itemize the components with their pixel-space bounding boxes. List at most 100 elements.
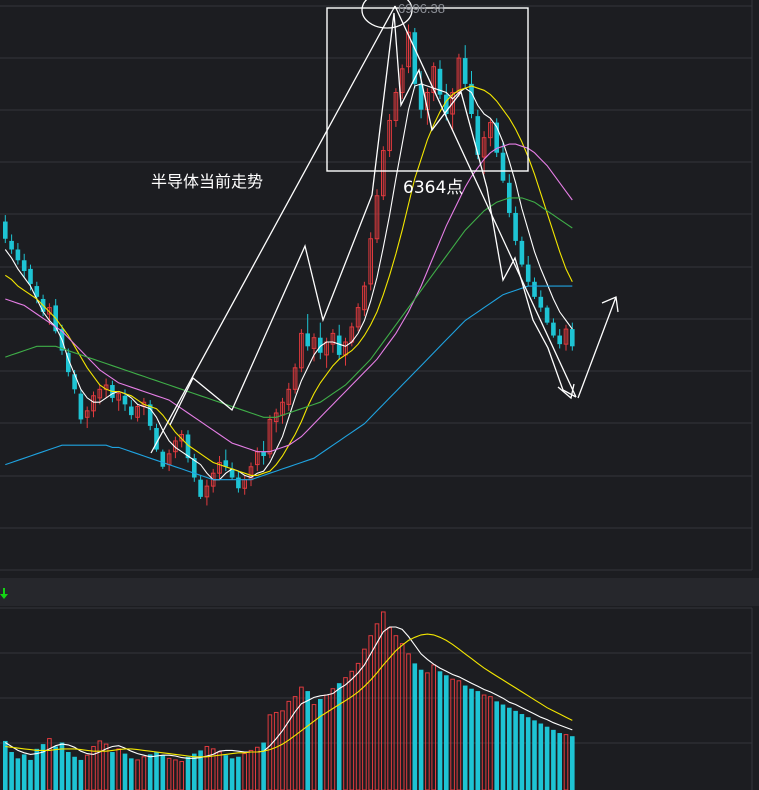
volume-bar-down [469, 688, 474, 790]
volume-bar-down [72, 756, 77, 790]
rebound-arrow-line [577, 296, 617, 399]
volume-bar-down [9, 752, 14, 790]
volume-bar-up [286, 700, 292, 790]
volume-bar-down [122, 753, 128, 790]
volume-bar-up [116, 748, 122, 790]
candle-body-down [122, 395, 128, 405]
stock-chart-svg: 半导体当前走势 6364点 6996.38 [0, 0, 759, 790]
candle-body-down [15, 249, 21, 261]
candle-body-down [525, 264, 531, 282]
volume-bar-up [91, 745, 96, 790]
volume-bar-up [273, 711, 279, 790]
volume-bars [3, 611, 575, 790]
candle-body-down [160, 451, 166, 467]
volume-bar-up [406, 653, 411, 790]
candle-body-down [129, 406, 134, 416]
annotation-overlay [150, 0, 619, 454]
volume-bar-down [513, 710, 518, 790]
candle-body-down [519, 240, 525, 265]
candle-body-down [261, 451, 266, 456]
volume-bar-down [129, 758, 134, 790]
kline-chart-stage: 半导体当前走势 6364点 6996.38 [0, 0, 759, 790]
volume-bar-down [475, 691, 481, 790]
volume-bar-up [217, 751, 222, 790]
candle-body-down [3, 221, 8, 239]
candlestick-series [3, 24, 575, 506]
volume-bar-down [21, 754, 27, 790]
peak-price-label: 6996.38 [398, 1, 445, 16]
volume-bar-down [507, 707, 512, 790]
volume-bar-down [462, 685, 468, 790]
volume-bar-up [97, 740, 103, 790]
volume-bar-up [248, 749, 254, 790]
volume-bar-down [437, 671, 443, 790]
candle-body-down [28, 268, 33, 284]
volume-bar-up [393, 635, 399, 790]
volume-bar-up [431, 664, 436, 790]
volume-bar-up [343, 677, 348, 790]
volume-bar-up [374, 623, 380, 790]
volume-bar-down [185, 756, 191, 790]
volume-bar-down [59, 742, 65, 790]
volume-bar-down [53, 746, 58, 790]
volume-bar-down [557, 733, 562, 790]
volume-bar-down [525, 717, 531, 790]
candle-body-down [462, 58, 468, 84]
volume-bar-up [381, 611, 386, 790]
candle-body-down [236, 477, 241, 489]
candle-body-down [544, 307, 550, 323]
candle-body-down [72, 374, 77, 390]
volume-moving-averages [5, 626, 573, 759]
level-annotation: 6364点 [403, 178, 463, 198]
volume-bar-up [425, 672, 430, 790]
volume-bar-down [570, 736, 575, 790]
volume-bar-up [311, 704, 317, 790]
candle-body-down [78, 393, 84, 420]
candle-body-down [513, 212, 518, 241]
volume-bar-up [355, 662, 361, 790]
candle-body-down [570, 329, 575, 347]
volume-bar-up [330, 688, 336, 790]
volume-bar-down [223, 755, 229, 790]
volume-bar-down [154, 752, 159, 790]
volume-bar-down [110, 752, 115, 790]
candle-body-down [557, 335, 562, 345]
volume-bar-down [318, 699, 323, 790]
candle-body-down [305, 333, 310, 347]
volume-bar-down [444, 675, 449, 790]
volume-bar-down [160, 755, 166, 790]
panel-divider [0, 578, 759, 606]
candle-body-down [551, 322, 556, 336]
volume-bar-down [229, 758, 235, 790]
candle-body-down [532, 281, 537, 297]
volume-bar-down [305, 691, 310, 790]
volume-bar-down [28, 759, 33, 790]
volume-bar-up [362, 648, 367, 790]
volume-bar-down [336, 683, 342, 790]
volume-bar-down [412, 663, 418, 790]
candle-body-down [500, 152, 506, 181]
volume-bar-down [3, 740, 8, 790]
volume-bar-up [450, 678, 455, 790]
volume-bar-up [255, 746, 260, 790]
trend-annotation: 半导体当前走势 [151, 172, 263, 191]
volume-bar-down [538, 723, 544, 790]
volume-bar-down [78, 759, 84, 790]
volume-bar-down [494, 701, 499, 790]
volume-bar-up [242, 753, 247, 790]
volume-bar-up [141, 756, 147, 790]
candle-body-down [198, 479, 203, 497]
volume-bar-down [66, 752, 71, 790]
volume-bar-up [349, 670, 355, 790]
volume-bar-down [500, 704, 506, 790]
volume-bar-up [456, 680, 462, 790]
volume-bar-up [387, 627, 392, 790]
volume-bar-down [551, 729, 556, 790]
volume-bar-up [166, 757, 172, 790]
volume-bar-up [399, 643, 405, 790]
volume-bar-down [519, 714, 525, 790]
volume-bar-down [147, 754, 153, 790]
volume-bar-down [544, 726, 550, 790]
candle-body-down [21, 260, 27, 272]
wave-line-fall [394, 5, 577, 398]
